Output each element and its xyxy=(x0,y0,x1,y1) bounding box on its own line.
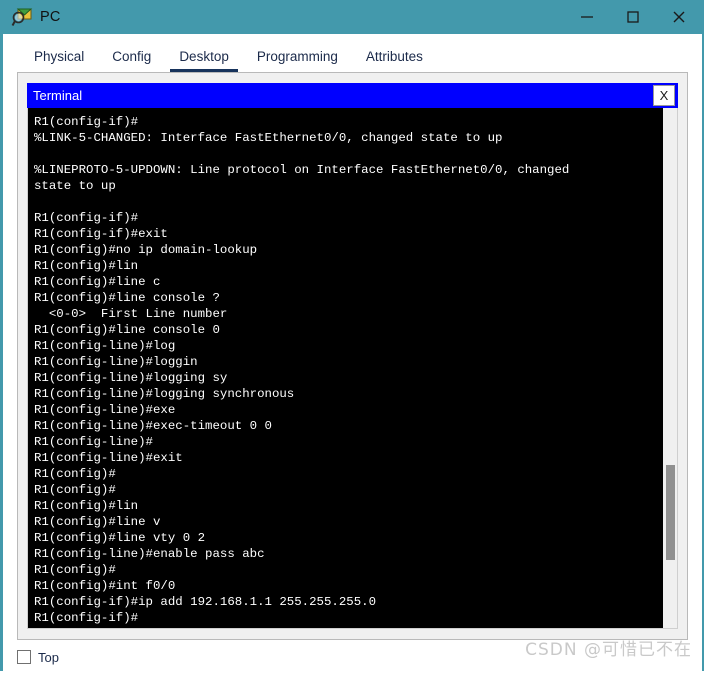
inspect-magnifier-icon xyxy=(11,6,33,28)
maximize-button[interactable] xyxy=(610,0,656,34)
window-controls xyxy=(564,0,702,34)
terminal-title: Terminal xyxy=(33,88,83,103)
top-checkbox-label: Top xyxy=(38,649,59,665)
terminal-scrollbar[interactable] xyxy=(662,108,677,628)
terminal-close-button[interactable]: X xyxy=(653,85,675,106)
window-title: PC xyxy=(40,9,61,25)
window-content: Physical Config Desktop Programming Attr… xyxy=(3,34,702,674)
desktop-panel: Terminal X R1(config-if)# %LINK-5-CHANGE… xyxy=(17,72,688,640)
pc-device-window: PC Physical Config Desktop Programming A… xyxy=(0,0,704,674)
terminal-body[interactable]: R1(config-if)# %LINK-5-CHANGED: Interfac… xyxy=(27,108,678,629)
terminal-header: Terminal X xyxy=(27,83,678,108)
device-tabbar: Physical Config Desktop Programming Attr… xyxy=(3,43,702,72)
tab-physical[interactable]: Physical xyxy=(25,49,93,72)
close-button[interactable] xyxy=(656,0,702,34)
terminal-window: Terminal X R1(config-if)# %LINK-5-CHANGE… xyxy=(27,83,678,629)
top-checkbox[interactable] xyxy=(17,650,31,664)
window-titlebar: PC xyxy=(3,0,702,34)
tab-config[interactable]: Config xyxy=(103,49,160,72)
scrollbar-thumb[interactable] xyxy=(666,465,675,560)
minimize-button[interactable] xyxy=(564,0,610,34)
tab-programming[interactable]: Programming xyxy=(248,49,347,72)
terminal-output[interactable]: R1(config-if)# %LINK-5-CHANGED: Interfac… xyxy=(28,108,662,628)
bottom-bar: Top CSDN @可惜已不在 xyxy=(3,640,702,674)
tab-attributes[interactable]: Attributes xyxy=(357,49,432,72)
tab-desktop[interactable]: Desktop xyxy=(170,49,238,72)
